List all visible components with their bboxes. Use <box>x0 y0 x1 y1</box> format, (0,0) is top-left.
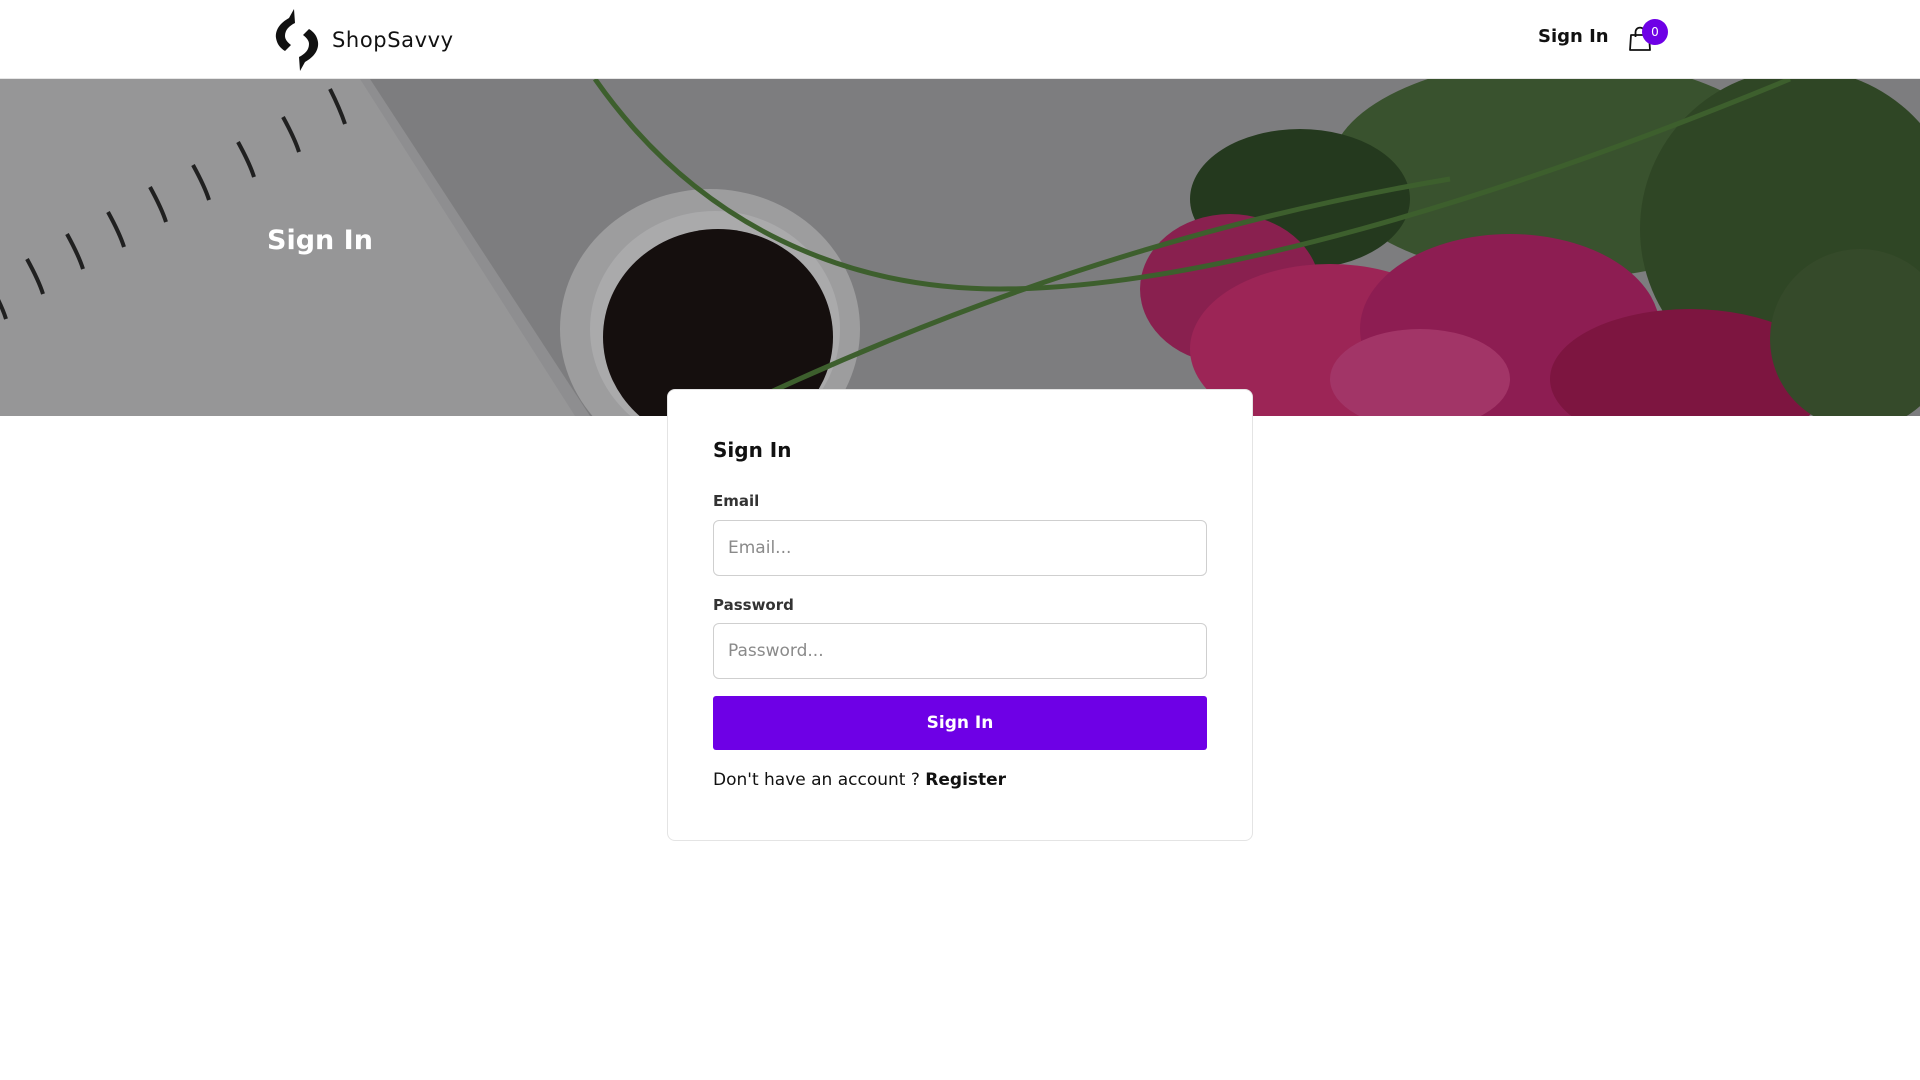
hero-banner: Sign In <box>0 79 1920 416</box>
email-label: Email <box>713 492 760 510</box>
nav-signin-link[interactable]: Sign In <box>1538 26 1609 47</box>
logo-mark-icon <box>275 9 319 71</box>
email-field[interactable] <box>713 520 1207 576</box>
cart-count-badge: 0 <box>1642 19 1668 45</box>
brand-name: ShopSavvy <box>332 28 454 52</box>
password-label: Password <box>713 596 794 614</box>
hero-title: Sign In <box>267 225 373 256</box>
brand-logo[interactable]: ShopSavvy <box>272 7 454 73</box>
password-field[interactable] <box>713 623 1207 679</box>
register-prompt-text: Don't have an account ? <box>713 770 920 790</box>
site-header: ShopSavvy Sign In 0 <box>0 0 1920 79</box>
signin-card: Sign In Email Password Sign In Don't hav… <box>667 389 1253 841</box>
signin-submit-button[interactable]: Sign In <box>713 696 1207 750</box>
register-prompt-row: Don't have an account ? Register <box>713 770 1006 790</box>
register-link[interactable]: Register <box>925 770 1006 790</box>
form-title: Sign In <box>713 438 792 462</box>
